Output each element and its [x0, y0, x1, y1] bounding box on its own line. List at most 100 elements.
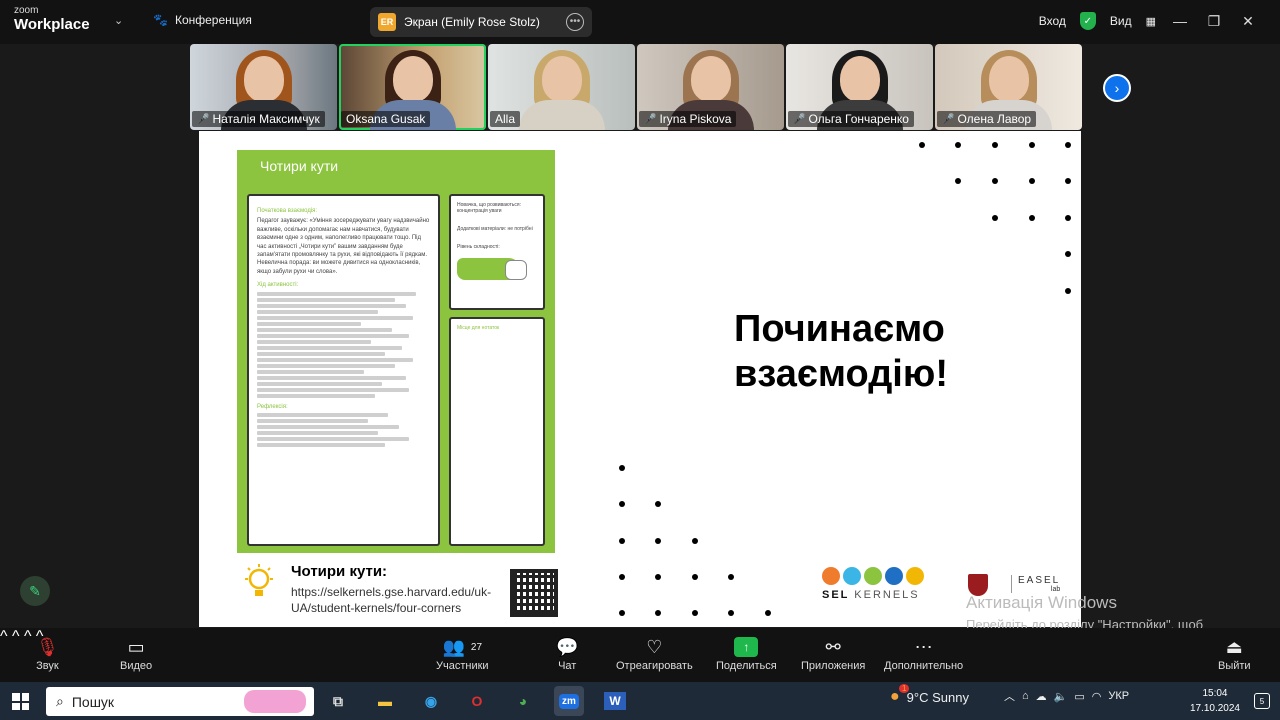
- shared-screen-slide: Чотири кути Початкова взаємодія: Педагог…: [199, 131, 1081, 627]
- apps-icon: ⚯: [825, 636, 841, 657]
- participant-tile[interactable]: 🎤 Iryna Piskova: [637, 44, 784, 130]
- task-view-icon[interactable]: ⧉: [323, 686, 353, 716]
- activity-card: Чотири кути Початкова взаємодія: Педагог…: [237, 150, 555, 553]
- wifi-icon[interactable]: ◠: [1092, 690, 1102, 703]
- zoom-top-bar: zoom Workplace ⌄ 🐾 Конференция ER Экран …: [0, 0, 1280, 44]
- card-side-item: Додаткові матеріали: не потрібні: [457, 226, 533, 232]
- keyboard-language[interactable]: УКР: [1108, 690, 1129, 702]
- chat-button[interactable]: 💬 Чат: [556, 634, 578, 673]
- exit-door-icon: ⏏: [1225, 636, 1243, 657]
- activation-title: Активація Windows: [966, 593, 1117, 612]
- leave-button[interactable]: ⏏ Выйти: [1218, 634, 1251, 673]
- taskbar-search-box[interactable]: ⌕ Пошук: [46, 687, 314, 716]
- windows-start-icon[interactable]: [12, 693, 29, 710]
- participant-name-label: 🎤 Ольга Гончаренко: [788, 111, 914, 127]
- view-grid-icon[interactable]: ▦: [1146, 15, 1156, 28]
- edge-browser-icon[interactable]: ◉: [416, 686, 446, 716]
- next-page-arrow-icon[interactable]: ›: [1103, 74, 1131, 102]
- participant-face: [690, 56, 731, 102]
- participant-name-label: 🎤 Олена Лавор: [937, 111, 1037, 127]
- battery-icon[interactable]: ▭: [1074, 690, 1084, 703]
- participant-tile[interactable]: Alla: [488, 44, 635, 130]
- participant-tile[interactable]: 🎤 Наталія Максимчук: [190, 44, 337, 130]
- video-label: Видео: [120, 660, 153, 672]
- security-shield-icon[interactable]: ✓: [1079, 12, 1096, 30]
- close-icon[interactable]: ✕: [1238, 13, 1258, 30]
- mute-button[interactable]: 🎙 Звук: [36, 634, 59, 673]
- chrome-browser-icon[interactable]: ◕: [508, 686, 538, 716]
- react-label: Отреагировать: [616, 660, 693, 672]
- mic-muted-icon: 🎤: [793, 113, 806, 125]
- screen-share-indicator[interactable]: ER Экран (Emily Rose Stolz) •••: [370, 7, 592, 37]
- participant-name: Alla: [495, 112, 516, 126]
- more-dots-icon: ⋯: [914, 636, 933, 657]
- zoom-app-icon[interactable]: zm: [554, 686, 584, 716]
- participant-name: Iryna Piskova: [659, 112, 732, 126]
- login-button[interactable]: Вход: [1039, 14, 1066, 28]
- notifications-icon[interactable]: 5: [1254, 693, 1270, 709]
- view-button[interactable]: Вид: [1110, 14, 1132, 28]
- card-notes-panel: Місце для нотаток: [449, 317, 545, 546]
- slide-heading: Починаємо взаємодію!: [734, 307, 948, 397]
- participant-name-label: 🎤 Iryna Piskova: [639, 111, 737, 127]
- apps-button[interactable]: ⚯ Приложения: [801, 634, 865, 673]
- pawprint-icon: 🐾: [153, 13, 168, 27]
- opera-browser-icon[interactable]: O: [462, 686, 492, 716]
- participant-tile[interactable]: 🎤 Ольга Гончаренко: [786, 44, 933, 130]
- onedrive-icon[interactable]: ☁: [1036, 690, 1047, 703]
- audio-options-chevron-icon[interactable]: ^: [0, 628, 8, 645]
- participant-face: [392, 56, 433, 102]
- weather-widget[interactable]: ● 1 9°C Sunny: [890, 684, 969, 706]
- minimize-icon[interactable]: —: [1170, 13, 1190, 29]
- word-app-icon[interactable]: W: [600, 686, 630, 716]
- mute-label: Звук: [36, 660, 59, 672]
- card-process-heading: Хід активності:: [257, 282, 299, 289]
- share-arrow-icon: ↑: [734, 637, 759, 657]
- sel-logo-text: SEL: [822, 589, 850, 601]
- share-label: Поделиться: [716, 660, 777, 672]
- clock-date: 17.10.2024: [1189, 703, 1240, 714]
- participant-name-label: Alla: [490, 111, 521, 127]
- card-main-panel: Початкова взаємодія: Педагог зауважує: «…: [247, 194, 440, 546]
- sel-kernels-logo: SEL KERNELS: [822, 567, 924, 601]
- brand-name: Workplace: [14, 16, 90, 33]
- sel-logo-text: KERNELS: [854, 589, 920, 601]
- card-intro-heading: Початкова взаємодія:: [257, 208, 318, 214]
- restore-icon[interactable]: ❐: [1204, 13, 1224, 30]
- weather-text: 9°C Sunny: [906, 689, 969, 705]
- lightbulb-icon: [245, 564, 273, 596]
- video-camera-icon: ▭: [127, 636, 145, 657]
- difficulty-map-icon: [457, 258, 527, 280]
- easel-sub: lab: [1050, 586, 1061, 593]
- participant-name-label: Oksana Gusak: [341, 111, 431, 127]
- annotate-pencil-icon[interactable]: ✎: [20, 576, 50, 606]
- participant-tile-active-speaker[interactable]: Oksana Gusak: [339, 44, 486, 130]
- more-options-icon[interactable]: •••: [566, 13, 584, 31]
- react-button[interactable]: ♡ Отреагировать: [616, 634, 693, 673]
- system-clock[interactable]: 15:04 17.10.2024: [1190, 686, 1240, 716]
- participant-name: Наталія Максимчук: [212, 112, 320, 126]
- slide-heading-line: взаємодію!: [734, 352, 948, 395]
- participant-face: [988, 56, 1029, 102]
- video-options-chevron-icon[interactable]: ^: [12, 628, 20, 645]
- participant-name: Oksana Gusak: [346, 112, 426, 126]
- participants-button[interactable]: 👥 27 Участники: [436, 634, 489, 673]
- conference-button[interactable]: 🐾 Конференция: [153, 13, 252, 27]
- share-screen-button[interactable]: ↑ Поделиться: [716, 634, 777, 672]
- participants-options-chevron-icon[interactable]: ^: [24, 628, 32, 645]
- chevron-down-icon[interactable]: ⌄: [114, 14, 123, 27]
- tray-chevron-icon[interactable]: ︿: [1004, 688, 1015, 704]
- volume-icon[interactable]: 🔈: [1054, 690, 1068, 703]
- video-button[interactable]: ▭ Видео: [120, 634, 153, 673]
- network-icon[interactable]: ⌂: [1022, 690, 1029, 702]
- leave-label: Выйти: [1218, 660, 1251, 672]
- top-right-controls: Вход ✓ Вид ▦ — ❐ ✕: [1039, 12, 1258, 30]
- system-tray: ︿ ⌂ ☁ 🔈 ▭ ◠ УКР: [1004, 688, 1129, 704]
- participant-tile[interactable]: 🎤 Олена Лавор: [935, 44, 1082, 130]
- participants-count: 27: [470, 641, 483, 653]
- file-explorer-icon[interactable]: ▬: [370, 686, 400, 716]
- notification-count: 5: [1259, 696, 1265, 706]
- more-button[interactable]: ⋯ Дополнительно: [884, 634, 963, 673]
- participant-strip: 🎤 Наталія Максимчук Oksana Gusak Alla 🎤 Ir…: [190, 44, 1082, 130]
- participant-name-label: 🎤 Наталія Максимчук: [192, 111, 325, 127]
